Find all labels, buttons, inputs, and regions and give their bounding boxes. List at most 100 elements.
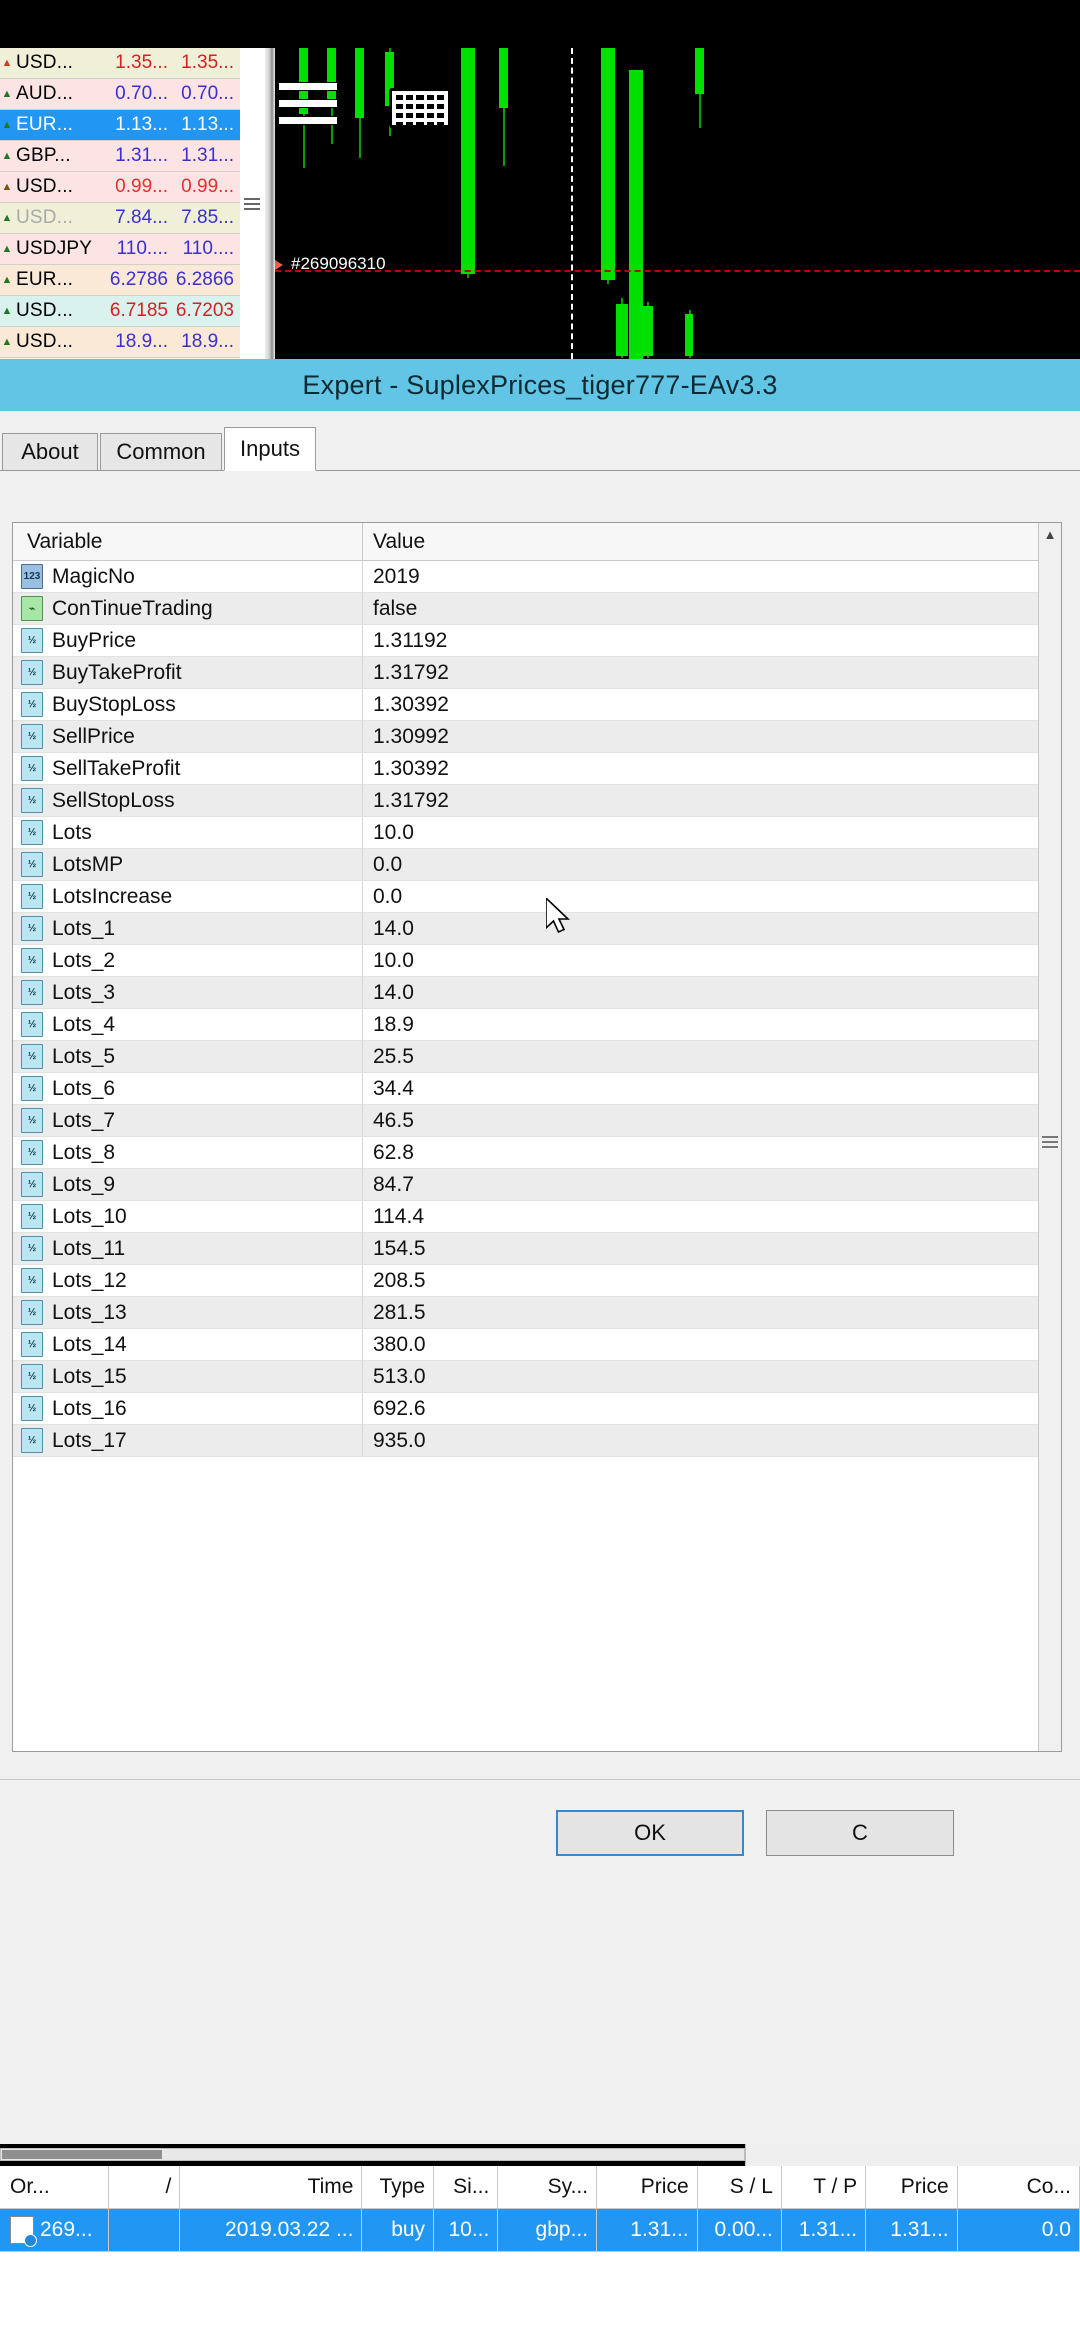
value-cell[interactable]: 114.4 — [363, 1201, 1061, 1232]
grid-row[interactable]: ½BuyPrice1.31192 — [13, 625, 1061, 657]
grid-row[interactable]: ½Lots_16692.6 — [13, 1393, 1061, 1425]
grid-row[interactable]: ½Lots_14380.0 — [13, 1329, 1061, 1361]
value-cell[interactable]: 1.31192 — [363, 625, 1061, 656]
value-cell[interactable]: 14.0 — [363, 977, 1061, 1008]
dialog-tabs[interactable]: AboutCommonInputs — [0, 425, 1080, 471]
value-cell[interactable]: 380.0 — [363, 1329, 1061, 1360]
grid-row[interactable]: ½BuyStopLoss1.30392 — [13, 689, 1061, 721]
market-watch-row[interactable]: ▲EUR...1.13...1.13... — [0, 110, 240, 141]
grid-row[interactable]: ½LotsMP0.0 — [13, 849, 1061, 881]
market-watch-row[interactable]: ▲AUD...0.70...0.70... — [0, 79, 240, 110]
grid-row[interactable]: ½Lots_634.4 — [13, 1073, 1061, 1105]
grid-row[interactable]: ½Lots_12208.5 — [13, 1265, 1061, 1297]
market-watch-row[interactable]: ▲USD...7.84...7.85... — [0, 203, 240, 234]
orders-column-header[interactable]: Price — [866, 2166, 958, 2208]
cancel-button[interactable]: C — [766, 1810, 954, 1856]
grid-row[interactable]: ½Lots_17935.0 — [13, 1425, 1061, 1457]
market-watch-row[interactable]: ▲GBP...1.31...1.31... — [0, 141, 240, 172]
grid-row[interactable]: ½Lots_746.5 — [13, 1105, 1061, 1137]
tab-about[interactable]: About — [2, 433, 98, 471]
grid-row[interactable]: ½Lots_114.0 — [13, 913, 1061, 945]
grid-row[interactable]: ½SellPrice1.30992 — [13, 721, 1061, 753]
value-cell[interactable]: 2019 — [363, 561, 1061, 592]
terminal-hscrollbar[interactable] — [0, 2144, 1080, 2166]
orders-column-header[interactable]: Sy... — [498, 2166, 597, 2208]
grid-row[interactable]: ½BuyTakeProfit1.31792 — [13, 657, 1061, 689]
orders-column-header[interactable]: Si... — [434, 2166, 498, 2208]
value-cell[interactable]: false — [363, 593, 1061, 624]
grid-row[interactable]: ½Lots10.0 — [13, 817, 1061, 849]
terminal-scroll-thumb[interactable] — [2, 2150, 162, 2159]
value-cell[interactable]: 1.30392 — [363, 753, 1061, 784]
tab-inputs[interactable]: Inputs — [224, 427, 316, 471]
grid-row[interactable]: ½LotsIncrease0.0 — [13, 881, 1061, 913]
orders-column-header[interactable]: Or... — [0, 2166, 109, 2208]
orders-column-header[interactable]: / — [109, 2166, 181, 2208]
value-cell[interactable]: 18.9 — [363, 1009, 1061, 1040]
grid-row[interactable]: ½Lots_11154.5 — [13, 1233, 1061, 1265]
market-watch-row[interactable]: ▲USD...6.71856.7203 — [0, 296, 240, 327]
value-cell[interactable]: 208.5 — [363, 1265, 1061, 1296]
orders-column-header[interactable]: Price — [597, 2166, 698, 2208]
value-cell[interactable]: 935.0 — [363, 1425, 1061, 1456]
grid-row[interactable]: ½Lots_862.8 — [13, 1137, 1061, 1169]
value-cell[interactable]: 34.4 — [363, 1073, 1061, 1104]
order-row[interactable]: 269...2019.03.22 ...buy10...gbp...1.31..… — [0, 2209, 1080, 2252]
orders-column-header[interactable]: Co... — [958, 2166, 1080, 2208]
grid-row[interactable]: ½Lots_984.7 — [13, 1169, 1061, 1201]
value-cell[interactable]: 1.30392 — [363, 689, 1061, 720]
value-cell[interactable]: 0.0 — [363, 849, 1061, 880]
grid-row[interactable]: ½SellTakeProfit1.30392 — [13, 753, 1061, 785]
orders-column-header[interactable]: Type — [362, 2166, 434, 2208]
value-cell[interactable]: 513.0 — [363, 1361, 1061, 1392]
grid-row[interactable]: ½Lots_10114.4 — [13, 1201, 1061, 1233]
value-cell[interactable]: 10.0 — [363, 945, 1061, 976]
grid-body[interactable]: 123MagicNo2019⌁ConTinueTradingfalse½BuyP… — [13, 561, 1061, 1457]
value-cell[interactable]: 14.0 — [363, 913, 1061, 944]
keyboard-icon[interactable] — [389, 88, 451, 128]
grid-row[interactable]: ½Lots_210.0 — [13, 945, 1061, 977]
value-cell[interactable]: 692.6 — [363, 1393, 1061, 1424]
market-watch-row[interactable]: ▲USDJPY110....110.... — [0, 234, 240, 265]
grid-scroll-thumb[interactable] — [1042, 1133, 1058, 1155]
grid-row[interactable]: ½Lots_15513.0 — [13, 1361, 1061, 1393]
market-watch-row[interactable]: ▲USD...0.99...0.99... — [0, 172, 240, 203]
value-cell[interactable]: 1.31792 — [363, 785, 1061, 816]
market-watch-row[interactable]: ▲USD...18.9...18.9... — [0, 327, 240, 358]
flt-type-icon: ½ — [21, 852, 43, 877]
value-cell[interactable]: 281.5 — [363, 1297, 1061, 1328]
orders-column-header[interactable]: Time — [180, 2166, 362, 2208]
value-cell[interactable]: 62.8 — [363, 1137, 1061, 1168]
grid-row[interactable]: ½Lots_314.0 — [13, 977, 1061, 1009]
value-cell[interactable]: 10.0 — [363, 817, 1061, 848]
orders-table-body[interactable]: 269...2019.03.22 ...buy10...gbp...1.31..… — [0, 2209, 1080, 2252]
scroll-up-icon[interactable]: ▲ — [1039, 523, 1061, 545]
value-cell[interactable]: 25.5 — [363, 1041, 1061, 1072]
panel-splitter[interactable] — [265, 48, 275, 359]
grid-row[interactable]: ½Lots_13281.5 — [13, 1297, 1061, 1329]
variable-cell: 123MagicNo — [13, 561, 363, 592]
value-cell[interactable]: 46.5 — [363, 1105, 1061, 1136]
market-watch-row[interactable]: ▲USD...1.35...1.35... — [0, 48, 240, 79]
ok-button[interactable]: OK — [556, 1810, 744, 1856]
value-cell[interactable]: 0.0 — [363, 881, 1061, 912]
value-cell[interactable]: 1.31792 — [363, 657, 1061, 688]
grid-row[interactable]: ½Lots_525.5 — [13, 1041, 1061, 1073]
grid-row[interactable]: ⌁ConTinueTradingfalse — [13, 593, 1061, 625]
market-watch-scroll-grip[interactable] — [243, 195, 261, 215]
value-cell[interactable]: 154.5 — [363, 1233, 1061, 1264]
market-watch-panel[interactable]: ▲USD...1.35...1.35...▲AUD...0.70...0.70.… — [0, 48, 241, 359]
tab-common[interactable]: Common — [100, 433, 222, 471]
orders-column-header[interactable]: T / P — [782, 2166, 866, 2208]
grid-row[interactable]: 123MagicNo2019 — [13, 561, 1061, 593]
grid-row[interactable]: ½Lots_418.9 — [13, 1009, 1061, 1041]
orders-table[interactable]: Or.../TimeTypeSi...Sy...PriceS / LT / PP… — [0, 2166, 1080, 2340]
hamburger-menu-icon[interactable] — [278, 82, 338, 130]
market-watch-row[interactable]: ▲EUR...6.27866.2866 — [0, 265, 240, 296]
value-cell[interactable]: 84.7 — [363, 1169, 1061, 1200]
grid-row[interactable]: ½SellStopLoss1.31792 — [13, 785, 1061, 817]
grid-scrollbar[interactable]: ▲ — [1038, 523, 1061, 1751]
value-cell[interactable]: 1.30992 — [363, 721, 1061, 752]
inputs-grid[interactable]: Variable Value 123MagicNo2019⌁ConTinueTr… — [12, 522, 1062, 1752]
orders-column-header[interactable]: S / L — [698, 2166, 782, 2208]
